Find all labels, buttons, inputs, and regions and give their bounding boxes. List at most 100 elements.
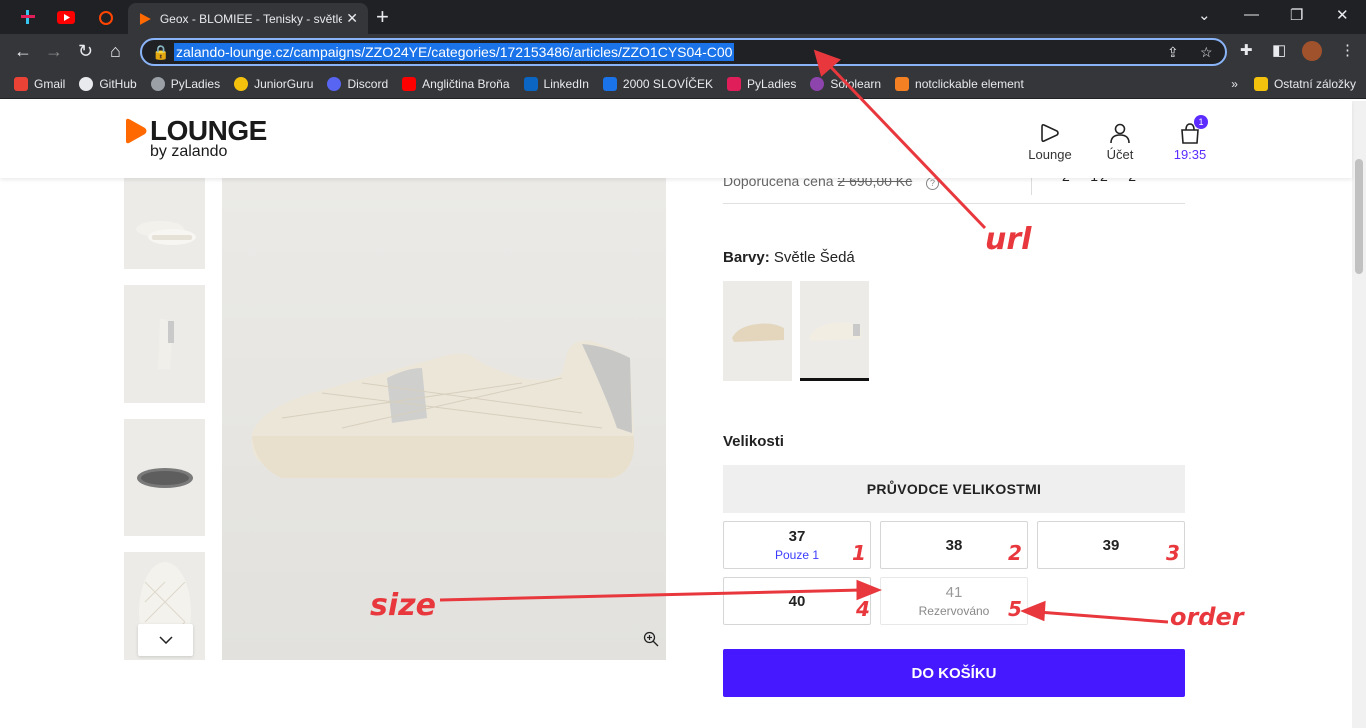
slack-icon	[726, 77, 741, 91]
other-bookmarks[interactable]: » Ostatní záložky	[1231, 77, 1356, 91]
bookmark-gmail[interactable]: Gmail	[14, 77, 65, 91]
browser-tab-bar: Geox - BLOMIEE - Tenisky - světle ✕ + ⌄ …	[0, 0, 1366, 34]
slack-tab[interactable]	[10, 4, 46, 30]
bookmark-slovicek[interactable]: 2000 SLOVÍČEK	[602, 77, 713, 91]
site-header: LOUNGE by zalando Lounge Účet 1 19:35	[0, 101, 1352, 178]
nav-cart[interactable]: 1 19:35	[1160, 115, 1220, 162]
shoe-sole-image	[136, 467, 193, 488]
slack-icon	[21, 10, 35, 24]
size-button-39[interactable]: 39	[1037, 521, 1185, 569]
forward-button[interactable]: →	[45, 42, 63, 60]
main-product-image[interactable]	[222, 178, 666, 660]
menu-icon[interactable]: ⋮	[1340, 42, 1355, 60]
bookmark-label: notclickable element	[915, 77, 1024, 91]
color-swatch-light-grey[interactable]	[800, 281, 869, 381]
nav-lounge[interactable]: Lounge	[1020, 119, 1080, 162]
size-value: 38	[945, 536, 963, 554]
restore-button[interactable]: ❐	[1290, 6, 1303, 24]
size-button-41[interactable]: 41 Rezervováno	[880, 577, 1028, 625]
cart-count-badge: 1	[1194, 115, 1208, 129]
lock-icon[interactable]: 🔒	[152, 44, 169, 61]
home-button[interactable]: ⌂	[110, 42, 121, 60]
bookmark-github[interactable]: GitHub	[79, 77, 137, 91]
globe-icon	[150, 77, 165, 91]
shoe-beige-image	[731, 323, 784, 342]
shoe-light-grey-image	[808, 322, 861, 341]
sololearn-icon	[810, 77, 825, 91]
gmail-icon	[14, 77, 28, 91]
linkedin-icon	[523, 77, 538, 91]
size-guide-button[interactable]: PRŮVODCE VELIKOSTMI	[723, 465, 1185, 513]
bookmarks-bar: Gmail GitHub PyLadies JuniorGuru Discord…	[0, 70, 1366, 99]
close-tab-icon[interactable]: ✕	[346, 10, 358, 27]
annotation-size: size	[370, 588, 436, 623]
colors-label: Barvy: Světle Šedá	[723, 249, 855, 266]
side-panel-icon[interactable]: ◧	[1272, 42, 1286, 60]
add-to-cart-button[interactable]: DO KOŠÍKU	[723, 649, 1185, 697]
bookmark-label: 2000 SLOVÍČEK	[622, 77, 713, 91]
color-swatch-beige[interactable]	[723, 281, 792, 381]
back-button[interactable]: ←	[14, 42, 32, 60]
github-icon	[79, 77, 94, 91]
colors-heading: Barvy:	[723, 249, 770, 266]
youtube-icon	[402, 77, 417, 91]
lounge-nav-icon	[1041, 123, 1059, 143]
nav-lounge-label: Lounge	[1028, 147, 1072, 162]
bookmark-anglictina[interactable]: Angličtina Broňa	[402, 77, 510, 91]
product-thumbnail[interactable]	[124, 285, 205, 403]
shoe-back-image	[157, 318, 174, 369]
stackoverflow-icon	[895, 77, 910, 91]
info-icon[interactable]: ?	[926, 177, 940, 190]
bookmark-discord[interactable]: Discord	[327, 77, 388, 91]
nav-account-label: Účet	[1106, 147, 1134, 162]
size-button-37[interactable]: 37 Pouze 1	[723, 521, 871, 569]
product-thumbnail[interactable]	[124, 178, 205, 269]
shoe-pair-image	[135, 220, 196, 245]
size-value: 41	[945, 584, 963, 601]
slip-on-sneaker-image	[251, 340, 634, 478]
url-text[interactable]: zalando-lounge.cz/campaigns/ZZO24YE/cate…	[174, 43, 735, 61]
lounge-logo-icon	[126, 118, 147, 144]
close-window-button[interactable]: ✕	[1336, 6, 1349, 24]
product-thumbnail[interactable]	[124, 419, 205, 536]
zoom-icon[interactable]	[643, 631, 659, 652]
more-bookmarks-icon[interactable]: »	[1231, 77, 1238, 91]
bookmark-label: Gmail	[34, 77, 66, 91]
bookmark-label: PyLadies	[746, 77, 797, 91]
page-scrollbar[interactable]	[1352, 101, 1366, 728]
bookmark-notclickable[interactable]: notclickable element	[895, 77, 1024, 91]
bookmark-label: Ostatní záložky	[1273, 77, 1356, 91]
size-value: 39	[1102, 536, 1120, 554]
reload-button[interactable]: ↻	[78, 42, 93, 60]
bookmark-linkedin[interactable]: LinkedIn	[523, 77, 589, 91]
profile-avatar[interactable]	[1302, 41, 1322, 61]
tab-search-icon[interactable]: ⌄	[1198, 6, 1211, 24]
pinned-tab[interactable]	[88, 4, 124, 30]
bookmark-star-icon[interactable]: ☆	[1200, 44, 1213, 61]
youtube-tab[interactable]	[48, 4, 84, 30]
bookmark-sololearn[interactable]: Sololearn	[810, 77, 881, 91]
bookmark-label: LinkedIn	[543, 77, 589, 91]
nav-account[interactable]: Účet	[1090, 119, 1150, 162]
bookmark-label: PyLadies	[170, 77, 221, 91]
scrollbar-thumb[interactable]	[1355, 159, 1363, 274]
extensions-icon[interactable]: ✚	[1240, 42, 1253, 60]
divider	[1031, 178, 1032, 195]
active-tab[interactable]: Geox - BLOMIEE - Tenisky - světle ✕	[128, 3, 368, 34]
annotation-number: 3	[1166, 541, 1180, 565]
size-button-40[interactable]: 40	[723, 577, 871, 625]
new-tab-button[interactable]: +	[376, 6, 389, 28]
bookmark-pyladies-2[interactable]: PyLadies	[726, 77, 797, 91]
youtube-icon	[57, 10, 75, 24]
size-button-38[interactable]: 38	[880, 521, 1028, 569]
share-icon[interactable]: ⇪	[1167, 44, 1179, 61]
bookmark-juniorguru[interactable]: JuniorGuru	[234, 77, 313, 91]
address-bar[interactable]: 🔒 zalando-lounge.cz/campaigns/ZZO24YE/ca…	[140, 38, 1227, 66]
lounge-logo[interactable]: LOUNGE by zalando	[124, 115, 267, 161]
tab-title: Geox - BLOMIEE - Tenisky - světle	[159, 11, 343, 26]
bookmark-pyladies[interactable]: PyLadies	[150, 77, 221, 91]
thumbnails-scroll-down-button[interactable]	[138, 624, 193, 656]
sizes-title: Velikosti	[723, 433, 784, 450]
minimize-button[interactable]: —	[1244, 6, 1259, 23]
discord-icon	[327, 77, 342, 91]
